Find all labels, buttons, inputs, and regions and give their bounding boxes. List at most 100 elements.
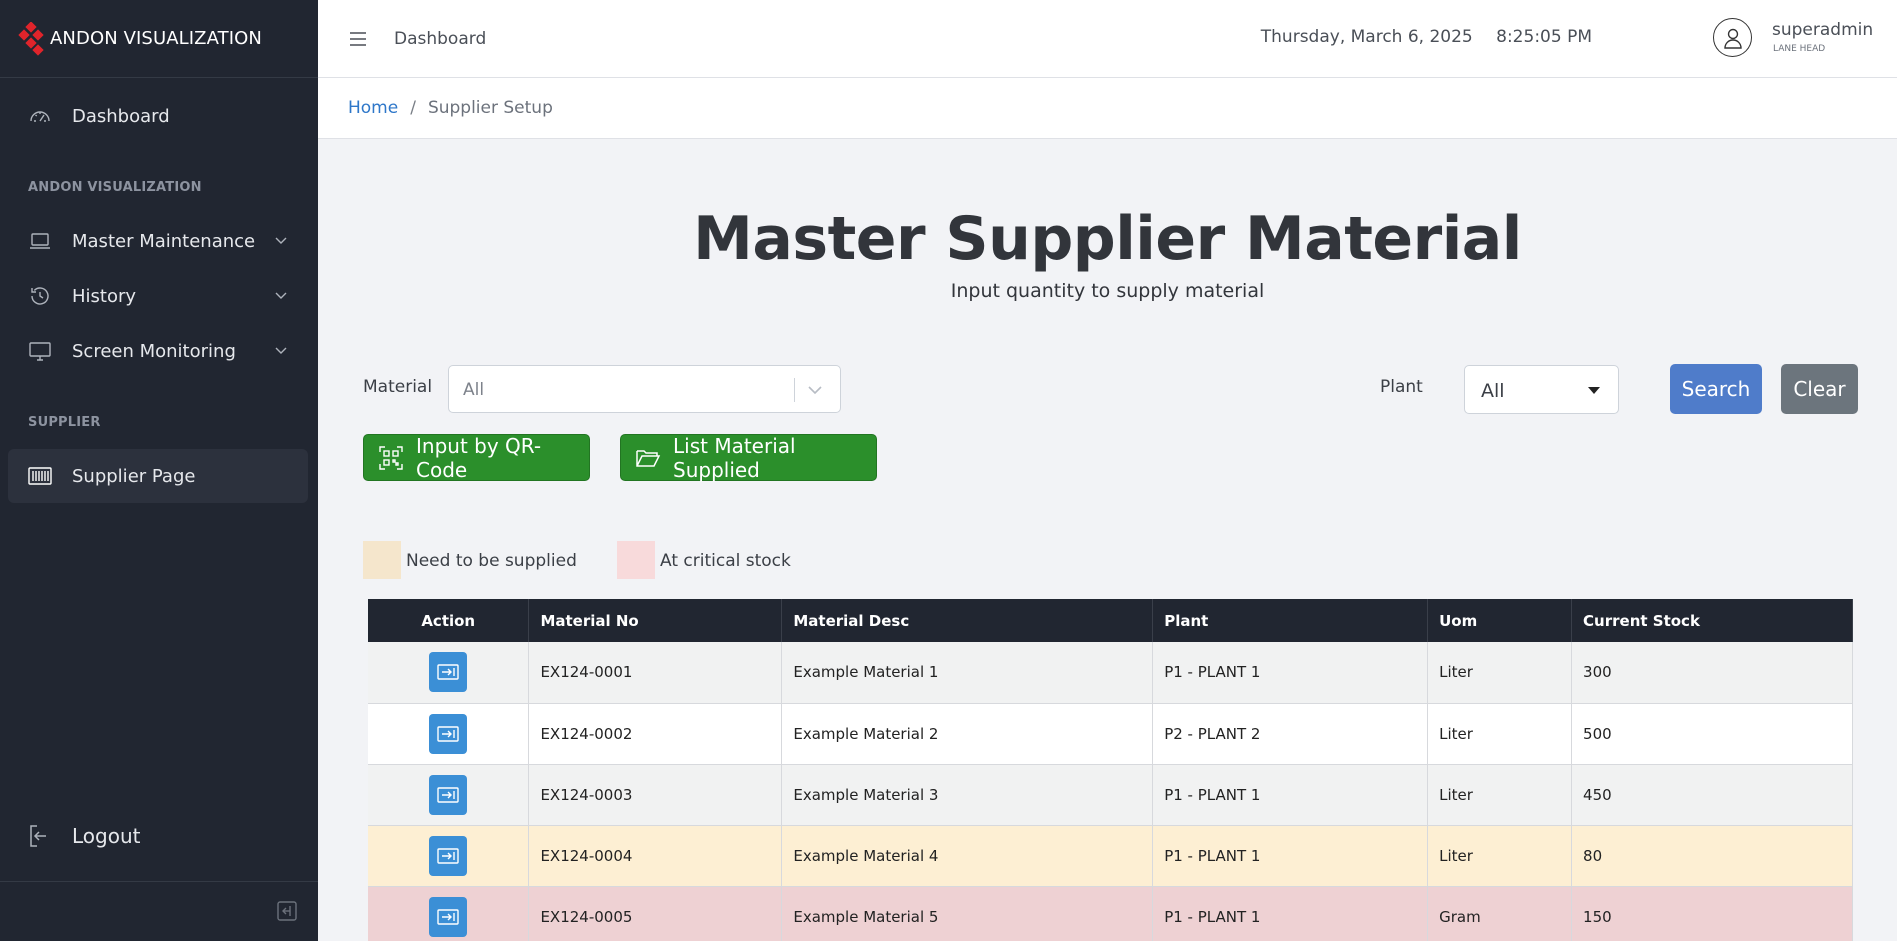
current-stock-cell: 150: [1571, 886, 1853, 941]
datetime: Thursday, March 6, 2025 8:25:05 PM: [1261, 27, 1592, 47]
sidebar-item-label: Screen Monitoring: [72, 340, 236, 362]
table-header-row: Action Material No Material Desc Plant U…: [368, 599, 1853, 642]
material-no-cell: EX124-0003: [528, 764, 783, 826]
plant-label: Plant: [1380, 377, 1423, 397]
table-row: EX124-0003 Example Material 3 P1 - PLANT…: [368, 764, 1853, 826]
uom-cell: Liter: [1427, 703, 1573, 765]
chevron-down-icon: [274, 288, 288, 302]
andon-logo-icon: [18, 21, 48, 56]
current-stock-cell: 80: [1571, 825, 1853, 887]
material-desc-cell: Example Material 2: [781, 703, 1154, 765]
uom-cell: Liter: [1427, 825, 1573, 887]
column-header[interactable]: Plant: [1152, 599, 1429, 642]
barcode-icon: [28, 464, 52, 488]
sidebar-item-dashboard[interactable]: Dashboard: [8, 89, 308, 143]
column-header[interactable]: Current Stock: [1571, 599, 1853, 642]
clear-button[interactable]: Clear: [1781, 364, 1858, 414]
sidebar-section-title: SUPPLIER: [28, 415, 101, 430]
chevron-down-icon: [274, 343, 288, 357]
current-stock-cell: 450: [1571, 764, 1853, 826]
sidebar-item-label: Supplier Page: [72, 465, 196, 487]
header-title: Dashboard: [394, 28, 487, 49]
sidebar: ANDON VISUALIZATION Dashboard ANDON VISU…: [0, 0, 318, 941]
supply-input-button[interactable]: [429, 835, 468, 876]
plant-cell: P1 - PLANT 1: [1152, 825, 1429, 887]
materials-table: Action Material No Material Desc Plant U…: [368, 599, 1853, 941]
plant-select[interactable]: All: [1464, 365, 1619, 414]
material-no-cell: EX124-0005: [528, 886, 783, 941]
hamburger-menu-icon[interactable]: [348, 30, 368, 48]
user-role: LANE HEAD: [1773, 44, 1826, 54]
breadcrumb-current: Supplier Setup: [427, 98, 553, 118]
table-row: EX124-0001 Example Material 1 P1 - PLANT…: [368, 642, 1853, 704]
breadcrumb: Home / Supplier Setup: [318, 78, 1897, 139]
uom-cell: Liter: [1427, 764, 1573, 826]
brand-name: ANDON VISUALIZATION: [50, 28, 262, 49]
sidebar-item-screen-monitoring[interactable]: Screen Monitoring: [8, 324, 308, 378]
column-header[interactable]: Material No: [528, 599, 783, 642]
sidebar-item-label: Dashboard: [72, 105, 170, 127]
uom-cell: Liter: [1427, 642, 1573, 704]
plant-select-value: All: [1481, 380, 1505, 402]
logout-label: Logout: [72, 824, 141, 848]
material-select-value: All: [463, 380, 485, 400]
table-row: EX124-0005 Example Material 5 P1 - PLANT…: [368, 886, 1853, 941]
material-select[interactable]: All: [448, 365, 841, 413]
user-avatar-icon[interactable]: [1713, 18, 1752, 57]
sidebar-item-master-maintenance[interactable]: Master Maintenance: [8, 214, 308, 268]
user-name[interactable]: superadmin: [1772, 20, 1873, 40]
monitor-icon: [28, 339, 52, 363]
input-by-qr-button[interactable]: Input by QR-Code: [363, 433, 590, 482]
sidebar-item-label: Master Maintenance: [72, 230, 256, 252]
breadcrumb-home-link[interactable]: Home: [348, 98, 398, 118]
sidebar-footer: [0, 881, 318, 941]
material-desc-cell: Example Material 3: [781, 764, 1154, 826]
legend-swatch-critical: [617, 541, 655, 579]
legend-swatch-need: [363, 541, 401, 579]
uom-cell: Gram: [1427, 886, 1573, 941]
laptop-icon: [28, 229, 52, 253]
plant-cell: P1 - PLANT 1: [1152, 642, 1429, 704]
action-cell: [368, 825, 530, 887]
current-stock-cell: 300: [1571, 642, 1853, 704]
history-icon: [28, 284, 52, 308]
sidebar-item-label: History: [72, 285, 137, 307]
qr-code-icon: [378, 445, 404, 471]
top-header: Dashboard Thursday, March 6, 2025 8:25:0…: [318, 0, 1897, 78]
plant-cell: P1 - PLANT 1: [1152, 886, 1429, 941]
table-row: EX124-0002 Example Material 2 P2 - PLANT…: [368, 703, 1853, 765]
list-material-supplied-button[interactable]: List Material Supplied: [620, 433, 877, 482]
sidebar-item-supplier-page[interactable]: Supplier Page: [8, 449, 308, 503]
chevron-down-icon: [274, 233, 288, 247]
search-button[interactable]: Search: [1670, 364, 1762, 414]
material-desc-cell: Example Material 4: [781, 825, 1154, 887]
legend-need-label: Need to be supplied: [406, 551, 577, 571]
plant-cell: P2 - PLANT 2: [1152, 703, 1429, 765]
logout-button[interactable]: Logout: [26, 823, 140, 849]
column-header[interactable]: Material Desc: [781, 599, 1154, 642]
current-date: Thursday, March 6, 2025: [1260, 27, 1473, 47]
action-cell: [368, 642, 530, 704]
supply-input-button[interactable]: [429, 713, 468, 754]
page-subtitle: Input quantity to supply material: [950, 280, 1265, 302]
table-row: EX124-0004 Example Material 4 P1 - PLANT…: [368, 825, 1853, 887]
material-desc-cell: Example Material 5: [781, 886, 1154, 941]
supply-input-button[interactable]: [429, 896, 468, 937]
material-no-cell: EX124-0002: [528, 703, 783, 765]
sidebar-collapse-icon[interactable]: [276, 900, 298, 922]
action-cell: [368, 703, 530, 765]
list-material-supplied-label: List Material Supplied: [673, 433, 796, 482]
brand[interactable]: ANDON VISUALIZATION: [0, 0, 318, 78]
action-cell: [368, 764, 530, 826]
current-stock-cell: 500: [1571, 703, 1853, 765]
logout-icon: [26, 823, 52, 849]
column-header: Action: [368, 599, 530, 642]
chevron-down-icon[interactable]: [807, 383, 823, 397]
sidebar-item-history[interactable]: History: [8, 269, 308, 323]
input-by-qr-label: Input by QR-Code: [416, 433, 542, 482]
supply-input-button[interactable]: [429, 652, 468, 693]
supply-input-button[interactable]: [429, 774, 468, 815]
material-no-cell: EX124-0004: [528, 825, 783, 887]
column-header[interactable]: Uom: [1427, 599, 1573, 642]
caret-down-icon: [1588, 387, 1600, 394]
